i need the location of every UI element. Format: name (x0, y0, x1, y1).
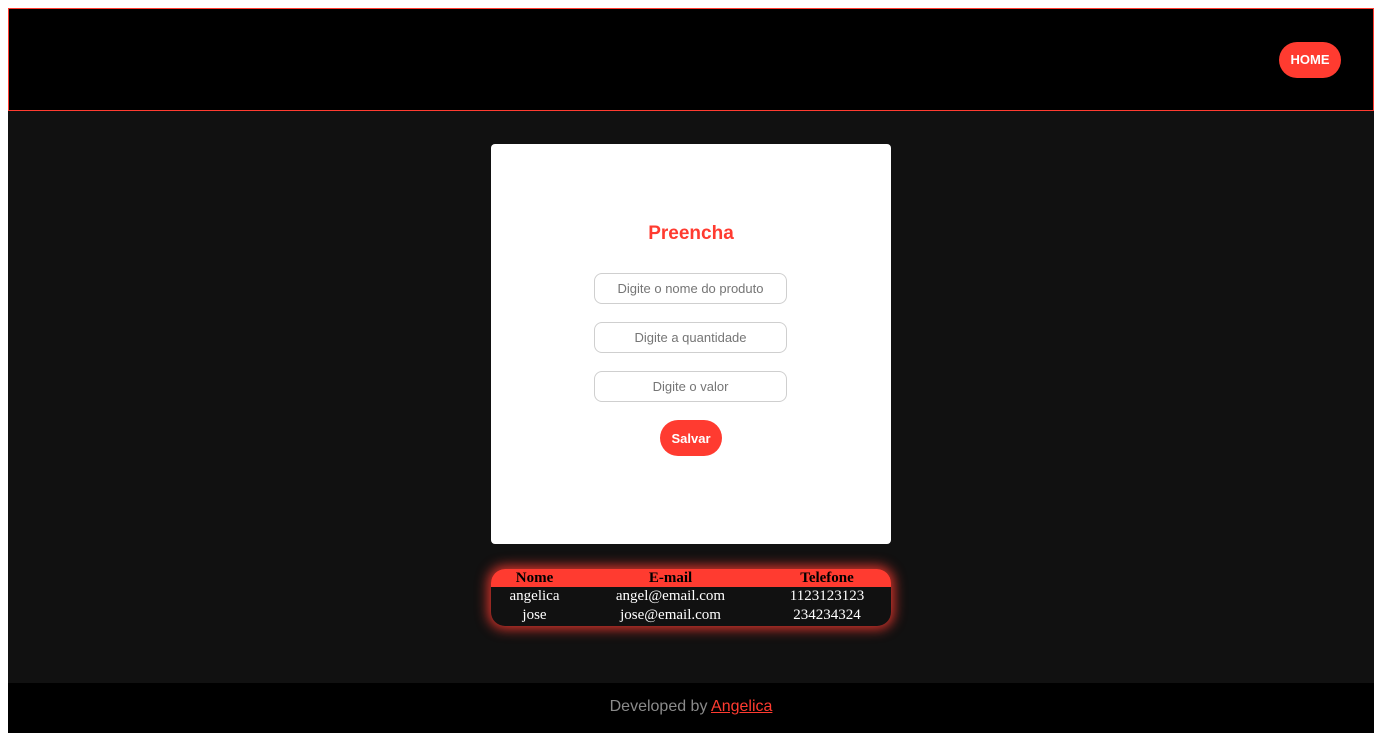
quantity-input[interactable] (594, 322, 787, 353)
form-title: Preencha (648, 223, 734, 244)
table-row: jose jose@email.com 234234324 (491, 606, 891, 625)
column-header-telefone: Telefone (800, 570, 854, 586)
table-header-row: Nome E-mail Telefone (491, 569, 891, 587)
cell-telefone: 234234324 (793, 607, 861, 623)
table-row: angelica angel@email.com 1123123123 (491, 587, 891, 606)
cell-nome: angelica (509, 588, 560, 604)
column-header-email: E-mail (648, 570, 693, 586)
author-link[interactable]: Angelica (711, 698, 772, 715)
contacts-table-container: Nome E-mail Telefone angelica angel@emai… (491, 569, 891, 626)
page: HOME Preencha Salvar Nome E-mail Telefon… (8, 8, 1374, 733)
save-button[interactable]: Salvar (660, 420, 722, 456)
top-header: HOME (8, 8, 1374, 111)
page-footer: Developed by Angelica (8, 683, 1374, 733)
contacts-table: Nome E-mail Telefone angelica angel@emai… (491, 569, 891, 625)
product-name-input[interactable] (594, 273, 787, 304)
cell-email: jose@email.com (620, 607, 721, 623)
column-header-nome: Nome (515, 570, 554, 586)
cell-nome: jose (522, 607, 547, 623)
cell-telefone: 1123123123 (789, 588, 865, 604)
footer-credit-text: Developed by (609, 698, 712, 715)
cell-email: angel@email.com (615, 588, 726, 604)
home-button[interactable]: HOME (1279, 42, 1341, 78)
price-input[interactable] (594, 371, 787, 402)
product-form-card: Preencha Salvar (491, 144, 891, 544)
